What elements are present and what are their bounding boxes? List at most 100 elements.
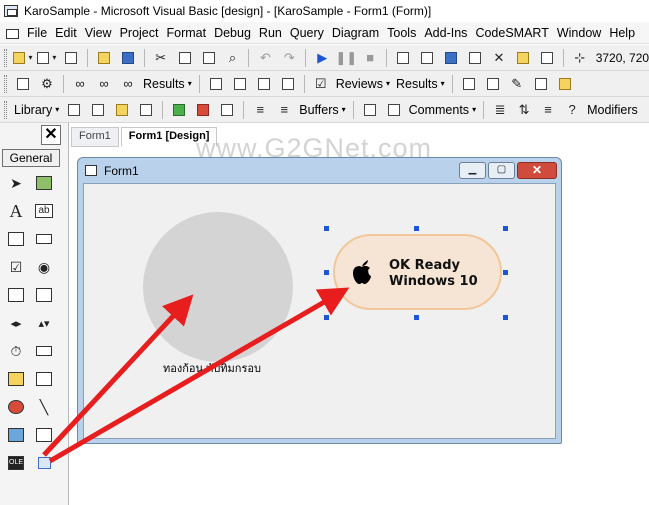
buffers-dropdown[interactable]: Buffers ▾ <box>296 103 348 117</box>
project-explorer-icon[interactable] <box>393 48 413 68</box>
ok-icon[interactable] <box>483 74 503 94</box>
menu-format[interactable]: Format <box>162 26 210 40</box>
circle-shape[interactable] <box>143 212 293 362</box>
maximize-button[interactable]: ▢ <box>488 162 515 179</box>
picturebox-tool-icon[interactable] <box>33 172 55 194</box>
find-in-project-icon[interactable]: ∞ <box>118 74 138 94</box>
add-property-icon[interactable] <box>193 100 213 120</box>
menu-project[interactable]: Project <box>116 26 163 40</box>
form1-client-area[interactable]: ทองก้อน ทับทิมกรอบ OK Ready Windows 10 <box>83 183 556 439</box>
clipboard-icon[interactable] <box>555 74 575 94</box>
toolbar-grip[interactable] <box>4 100 7 119</box>
cut-icon[interactable]: ✂ <box>151 48 171 68</box>
menu-file[interactable]: File <box>23 26 51 40</box>
vscrollbar-tool-icon[interactable]: ▴▾ <box>33 312 55 334</box>
pause-icon[interactable]: ❚❚ <box>335 48 357 68</box>
numbered-list-icon[interactable]: ≡ <box>538 100 558 120</box>
stop-icon[interactable]: ■ <box>360 48 380 68</box>
commandbutton-tool-icon[interactable] <box>33 228 55 250</box>
image-tool-icon[interactable] <box>5 424 27 446</box>
add-member-icon[interactable] <box>169 100 189 120</box>
library-item-icon[interactable] <box>64 100 84 120</box>
toolbox-general-tab[interactable]: General <box>2 149 60 167</box>
selection-handle[interactable] <box>324 226 329 231</box>
selection-handle[interactable] <box>414 315 419 320</box>
timer-tool-icon[interactable]: ⏱ <box>5 340 27 362</box>
textbox-tool-icon[interactable]: ab <box>33 200 55 222</box>
library-dropdown[interactable]: Library ▾ <box>11 103 62 117</box>
toolbox-icon[interactable]: ✕ <box>489 48 509 68</box>
code-explorer-icon[interactable] <box>13 74 33 94</box>
selection-handle[interactable] <box>324 315 329 320</box>
form1-titlebar[interactable]: Form1 ▁ ▢ ✕ <box>78 158 561 184</box>
shape-tool-icon[interactable] <box>5 396 27 418</box>
document-icon[interactable] <box>206 74 226 94</box>
filelistbox-tool-icon[interactable] <box>33 368 55 390</box>
table-icon[interactable] <box>278 74 298 94</box>
selection-handle[interactable] <box>324 270 329 275</box>
menu-codesmart[interactable]: CodeSMART <box>471 26 552 40</box>
sort-icon[interactable]: ≡ <box>274 100 294 120</box>
toolbar-grip[interactable] <box>4 48 7 67</box>
sort-az-icon[interactable]: ⇅ <box>514 100 534 120</box>
settings-icon[interactable]: ⚙ <box>37 74 57 94</box>
library-add-icon[interactable] <box>88 100 108 120</box>
library-view-icon[interactable] <box>136 100 156 120</box>
menu-diagram[interactable]: Diagram <box>328 26 383 40</box>
hierarchy-icon[interactable] <box>217 100 237 120</box>
listbox-tool-icon[interactable] <box>33 284 55 306</box>
form1-window[interactable]: Form1 ▁ ▢ ✕ ทองก้อน ทับทิมกรอบ OK Ready … <box>77 157 562 444</box>
edit-list-icon[interactable] <box>230 74 250 94</box>
checklist-icon[interactable]: ☑ <box>311 74 331 94</box>
menu-run[interactable]: Run <box>255 26 286 40</box>
hscrollbar-tool-icon[interactable]: ◂▸ <box>5 312 27 334</box>
pencil-icon[interactable]: ✎ <box>507 74 527 94</box>
view-icon[interactable] <box>254 74 274 94</box>
selection-handle[interactable] <box>503 226 508 231</box>
reviews-dropdown[interactable]: Reviews ▾ <box>333 77 393 91</box>
properties-window-icon[interactable] <box>417 48 437 68</box>
toolbox-close-button[interactable]: ✕ <box>41 125 61 145</box>
data-view-icon[interactable] <box>513 48 533 68</box>
selection-handle[interactable] <box>414 226 419 231</box>
dirlistbox-tool-icon[interactable] <box>5 368 27 390</box>
open-folder-icon[interactable] <box>94 48 114 68</box>
menu-help[interactable]: Help <box>605 26 639 40</box>
add-project-icon[interactable]: ▾ <box>13 48 33 68</box>
find-icon[interactable]: ⌕ <box>223 48 243 68</box>
add-form-icon[interactable]: ▾ <box>37 48 57 68</box>
line-tool-icon[interactable]: ╲ <box>33 396 55 418</box>
paste-icon[interactable] <box>199 48 219 68</box>
results-dropdown[interactable]: Results ▾ <box>140 77 195 91</box>
run-icon[interactable]: ▶ <box>312 48 332 68</box>
find-replace-icon[interactable]: ∞ <box>94 74 114 94</box>
tag-icon[interactable] <box>112 100 132 120</box>
ok-ready-button[interactable]: OK Ready Windows 10 <box>333 234 502 310</box>
modifiers-label[interactable]: Modifiers <box>584 103 641 117</box>
object-browser-icon[interactable] <box>465 48 485 68</box>
combobox-tool-icon[interactable] <box>5 284 27 306</box>
menu-tools[interactable]: Tools <box>383 26 420 40</box>
menu-add-ins[interactable]: Add-Ins <box>420 26 471 40</box>
menu-window[interactable]: Window <box>553 26 605 40</box>
menu-edit[interactable]: Edit <box>51 26 81 40</box>
component-manager-icon[interactable] <box>537 48 557 68</box>
form-menu-icon[interactable] <box>5 26 19 40</box>
redo-icon[interactable]: ↷ <box>279 48 299 68</box>
minimize-button[interactable]: ▁ <box>459 162 486 179</box>
selection-handle[interactable] <box>503 270 508 275</box>
list-icon[interactable] <box>459 74 479 94</box>
help-icon[interactable]: ? <box>562 100 582 120</box>
results-dropdown-2[interactable]: Results ▾ <box>393 77 448 91</box>
frame-tool-icon[interactable] <box>5 228 27 250</box>
align-icon[interactable]: ≣ <box>490 100 510 120</box>
print-icon[interactable] <box>531 74 551 94</box>
toolbar-grip[interactable] <box>4 74 7 93</box>
menu-debug[interactable]: Debug <box>210 26 255 40</box>
save-icon[interactable] <box>118 48 138 68</box>
ok-button-control-icon[interactable] <box>33 452 55 474</box>
menu-view[interactable]: View <box>81 26 116 40</box>
selection-handle[interactable] <box>503 315 508 320</box>
binoculars-icon[interactable]: ∞ <box>70 74 90 94</box>
form-layout-icon[interactable] <box>441 48 461 68</box>
